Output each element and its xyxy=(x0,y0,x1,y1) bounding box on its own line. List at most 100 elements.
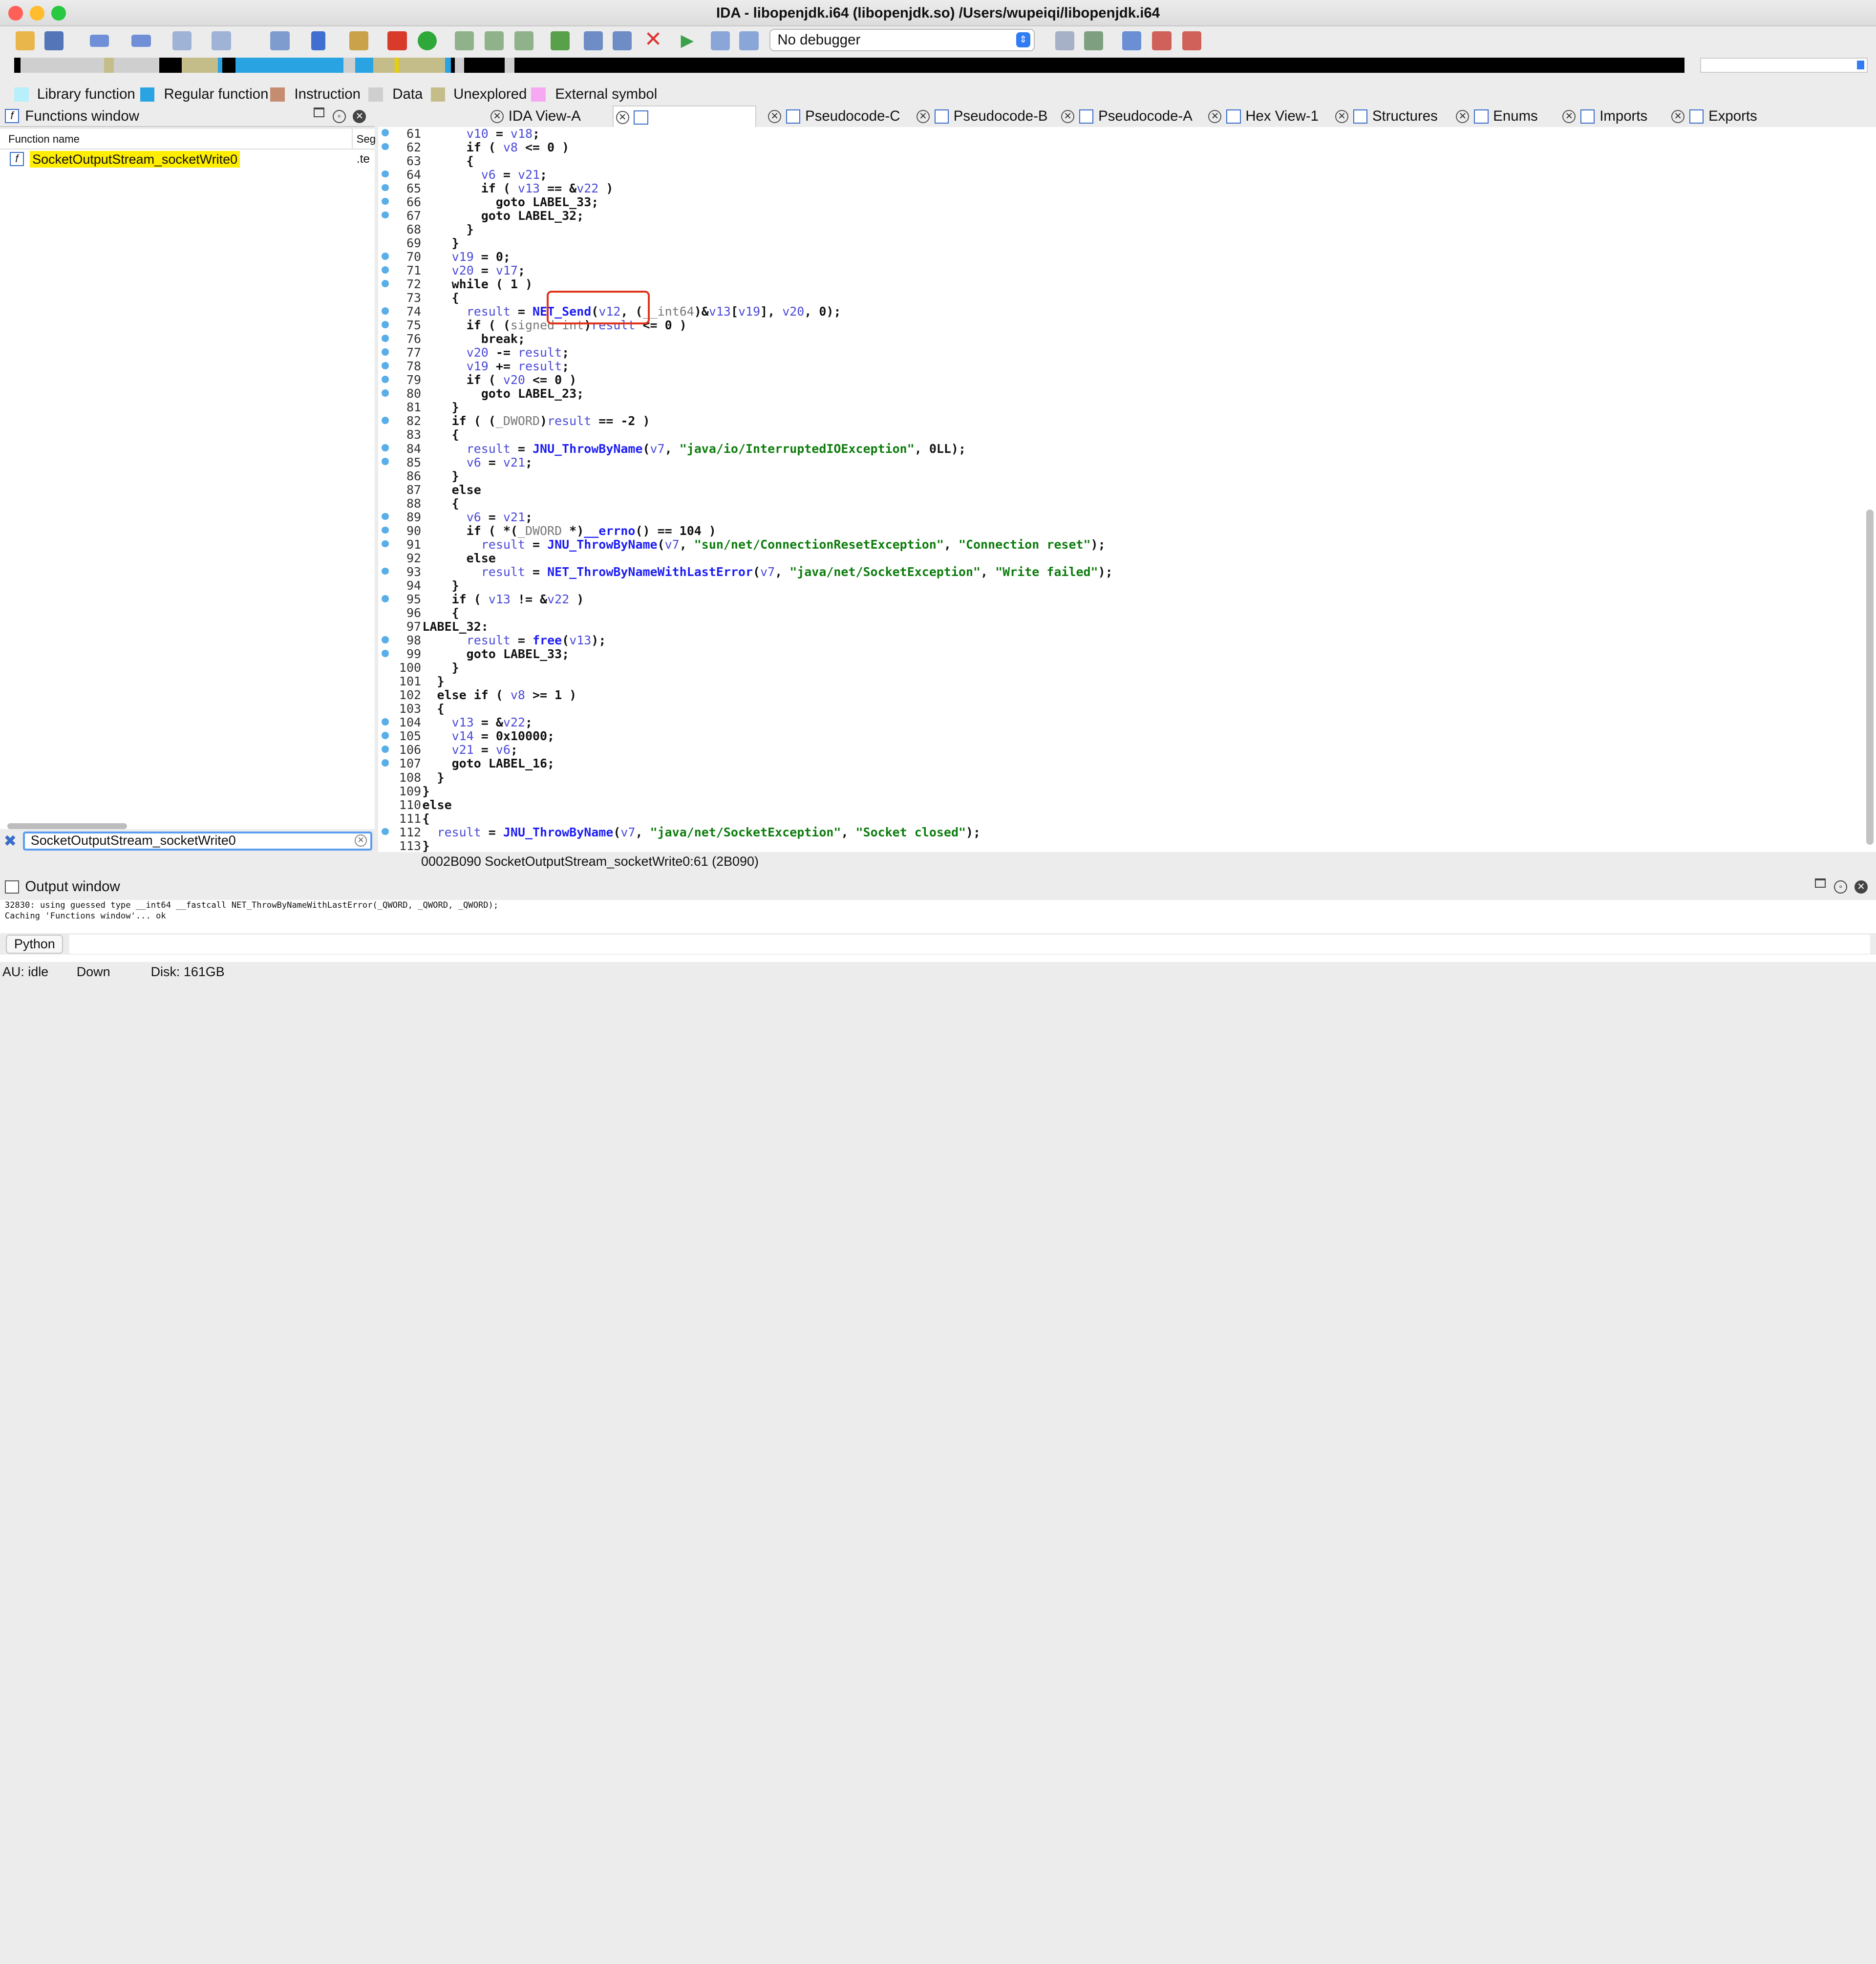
code-line[interactable]: 65 if ( v13 == &v22 ) xyxy=(378,181,1862,195)
breakpoint-dot-icon[interactable] xyxy=(382,567,389,575)
code-line[interactable]: 70 v19 = 0; xyxy=(378,250,1862,264)
code-line[interactable]: 91 result = JNU_ThrowByName(v7, "sun/net… xyxy=(378,537,1862,552)
close-panel-icon[interactable]: ✕ xyxy=(1854,880,1868,894)
code-line[interactable]: 77 v20 -= result; xyxy=(378,345,1862,360)
breakpoint-dot-icon[interactable] xyxy=(382,279,389,287)
breakpoint-dot-icon[interactable] xyxy=(382,266,389,274)
code-line[interactable]: 80 goto LABEL_23; xyxy=(378,386,1862,401)
code-line[interactable]: 107 goto LABEL_16; xyxy=(378,756,1862,770)
navigation-overview[interactable] xyxy=(1700,57,1868,73)
code-line[interactable]: 103 { xyxy=(378,702,1862,716)
tab-pseudocode-c[interactable]: ✕ Pseudocode-C xyxy=(768,106,900,127)
code-line[interactable]: 72 while ( 1 ) xyxy=(378,277,1862,291)
tab-pseudocode-a[interactable]: ✕ Pseudocode-A xyxy=(1061,106,1193,127)
maximize-panel-icon[interactable] xyxy=(1815,878,1826,888)
breakpoint-dot-icon[interactable] xyxy=(382,526,389,534)
close-panel-icon[interactable]: ✕ xyxy=(353,110,366,124)
code-line[interactable]: 63 { xyxy=(378,154,1862,168)
code-line[interactable]: 86 } xyxy=(378,469,1862,483)
code-line[interactable]: 102 else if ( v8 >= 1 ) xyxy=(378,688,1862,702)
close-tab-icon[interactable]: ✕ xyxy=(616,111,629,125)
breakpoint-dot-icon[interactable] xyxy=(382,389,389,397)
code-line[interactable]: 104 v13 = &v22; xyxy=(378,715,1862,729)
code-line[interactable]: 84 result = JNU_ThrowByName(v7, "java/io… xyxy=(378,442,1862,456)
code-line[interactable]: 88 { xyxy=(378,496,1862,511)
breakpoint-dot-icon[interactable] xyxy=(382,746,389,753)
column-function-name[interactable]: Function name xyxy=(8,133,80,146)
close-tab-icon[interactable]: ✕ xyxy=(1335,110,1348,124)
code-line[interactable]: 99 goto LABEL_33; xyxy=(378,647,1862,661)
zoom-window-button[interactable] xyxy=(51,6,66,21)
tab-enums[interactable]: ✕ Enums xyxy=(1456,106,1538,127)
code-line[interactable]: 90 if ( *(_DWORD *)__errno() == 104 ) xyxy=(378,524,1862,538)
close-tab-icon[interactable]: ✕ xyxy=(916,110,930,124)
breakpoint-dot-icon[interactable] xyxy=(382,458,389,466)
breakpoint-dot-icon[interactable] xyxy=(382,828,389,835)
code-line[interactable]: 111{ xyxy=(378,811,1862,826)
tab-hex-view[interactable]: ✕ Hex View-1 xyxy=(1208,106,1319,127)
code-line[interactable]: 61 v10 = v18; xyxy=(378,127,1862,141)
code-line[interactable]: 81 } xyxy=(378,400,1862,414)
close-tab-icon[interactable]: ✕ xyxy=(1671,110,1685,124)
code-line[interactable]: 110 else xyxy=(378,798,1862,812)
code-line[interactable]: 76 break; xyxy=(378,332,1862,346)
clear-filter-icon[interactable]: ✖ xyxy=(3,832,17,850)
add-breakpoint-icon[interactable] xyxy=(1152,31,1172,50)
code-line[interactable]: 79 if ( v20 <= 0 ) xyxy=(378,373,1862,387)
delete-icon[interactable]: ✕ xyxy=(644,28,663,50)
jump-icon[interactable] xyxy=(172,31,192,50)
close-tab-icon[interactable]: ✕ xyxy=(490,110,504,124)
down-arrow-icon[interactable] xyxy=(311,31,326,50)
column-segment[interactable]: Seg xyxy=(357,133,376,146)
edit-segment-icon[interactable] xyxy=(484,31,504,50)
close-tab-icon[interactable]: ✕ xyxy=(1061,110,1075,124)
close-tab-icon[interactable]: ✕ xyxy=(1562,110,1576,124)
graph-icon[interactable] xyxy=(550,31,570,50)
pause-icon[interactable] xyxy=(710,31,730,50)
stop-icon[interactable] xyxy=(739,31,759,50)
run-icon[interactable] xyxy=(417,31,437,50)
tab-pseudocode-active[interactable]: ✕ xyxy=(612,105,756,127)
function-row[interactable]: f SocketOutputStream_socketWrite0 .te xyxy=(0,150,375,169)
restore-panel-icon[interactable]: ◦ xyxy=(1834,880,1848,894)
breakpoint-dot-icon[interactable] xyxy=(382,170,389,178)
back-arrow-icon[interactable] xyxy=(89,35,109,47)
tab-exports[interactable]: ✕ Exports xyxy=(1671,106,1757,127)
breakpoint-dot-icon[interactable] xyxy=(382,512,389,520)
move-segment-icon[interactable] xyxy=(514,31,534,50)
proximity-icon[interactable] xyxy=(584,31,603,50)
code-line[interactable]: 106 v21 = v6; xyxy=(378,743,1862,757)
vertical-scrollbar[interactable] xyxy=(1866,510,1874,845)
code-line[interactable]: 66 goto LABEL_33; xyxy=(378,195,1862,209)
code-line[interactable]: 67 goto LABEL_32; xyxy=(378,209,1862,223)
code-line[interactable]: 96 { xyxy=(378,606,1862,620)
navigation-band[interactable] xyxy=(14,57,1685,73)
code-line[interactable]: 112 result = JNU_ThrowByName(v7, "java/n… xyxy=(378,825,1862,839)
breakpoint-dot-icon[interactable] xyxy=(382,143,389,150)
horizontal-scrollbar[interactable] xyxy=(7,823,127,830)
breakpoint-dot-icon[interactable] xyxy=(382,197,389,205)
breakpoint-dot-icon[interactable] xyxy=(382,376,389,383)
tab-imports[interactable]: ✕ Imports xyxy=(1562,106,1647,127)
pseudocode-view[interactable]: 61 v10 = v18; 62 if ( v8 <= 0 ) 63 {64 v6 … xyxy=(378,127,1876,852)
tab-structures[interactable]: ✕ Structures xyxy=(1335,106,1438,127)
code-line[interactable]: 92 else xyxy=(378,551,1862,565)
breakpoint-dot-icon[interactable] xyxy=(382,718,389,726)
code-line[interactable]: 113} xyxy=(378,839,1862,852)
restore-panel-icon[interactable]: ◦ xyxy=(332,110,346,124)
debugger-select[interactable]: No debugger ⇕ xyxy=(769,28,1035,52)
breakpoint-dot-icon[interactable] xyxy=(382,211,389,219)
tab-ida-view-a[interactable]: ✕ IDA View-A xyxy=(490,106,581,127)
minimize-window-button[interactable] xyxy=(30,6,44,21)
chart-icon[interactable] xyxy=(612,31,632,50)
breakpoints-icon[interactable] xyxy=(1122,31,1142,50)
code-line[interactable]: 82 if ( (_DWORD)result == -2 ) xyxy=(378,414,1862,428)
code-line[interactable]: 105 v14 = 0x10000; xyxy=(378,729,1862,743)
warning-icon[interactable] xyxy=(387,31,407,50)
add-segment-icon[interactable] xyxy=(454,31,474,50)
forward-arrow-icon[interactable] xyxy=(131,35,151,47)
breakpoint-dot-icon[interactable] xyxy=(382,307,389,315)
patch-icon[interactable] xyxy=(349,31,369,50)
code-line[interactable]: 101 } xyxy=(378,674,1862,688)
code-line[interactable]: 78 v19 += result; xyxy=(378,359,1862,373)
